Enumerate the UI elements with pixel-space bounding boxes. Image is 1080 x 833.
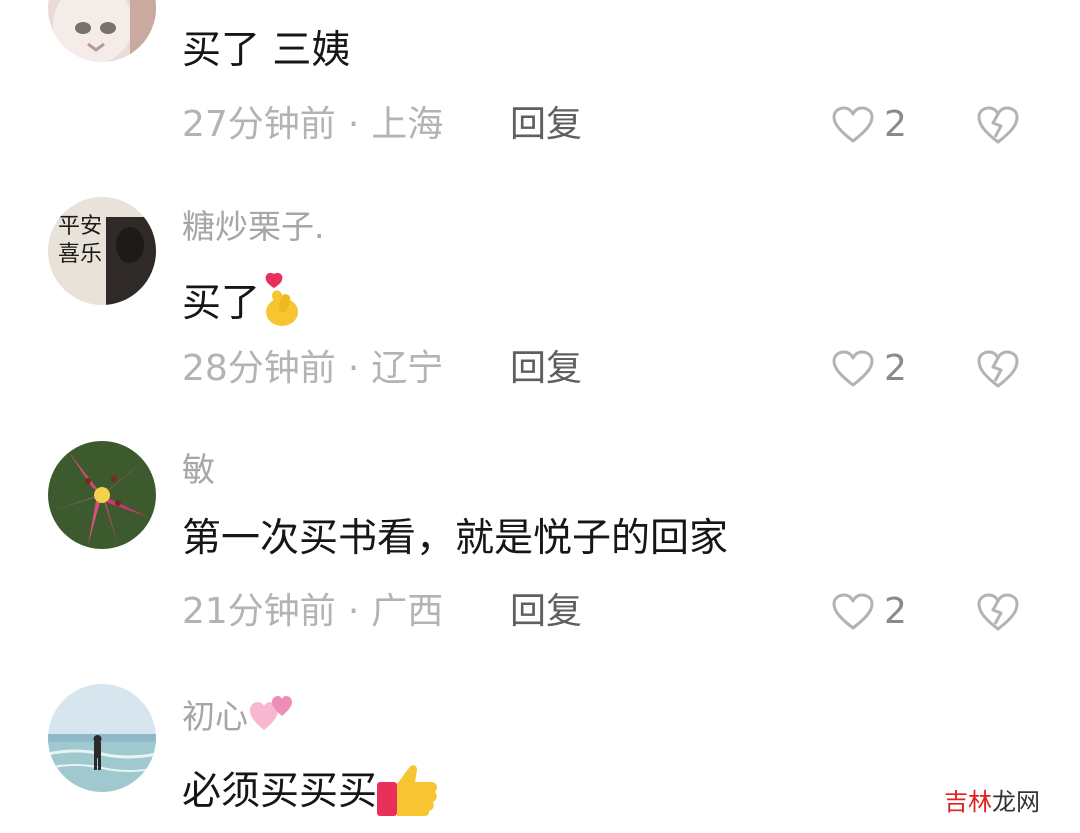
meta-separator: · [347,348,360,389]
comment-text-content: 买了 [182,281,261,326]
dislike-button[interactable] [976,347,1020,391]
like-count: 2 [884,591,907,632]
comment-location: 广西 [371,591,444,632]
watermark-text-red: 吉林 [944,787,992,816]
dislike-button[interactable] [976,590,1020,634]
comment-meta: 28分钟前 · 辽宁 [182,347,443,391]
meta-separator: · [347,104,360,145]
beach-avatar-image [48,684,156,792]
username-text: 初心 [182,697,248,736]
avatar[interactable] [48,684,156,792]
like-button[interactable]: 2 [832,103,907,147]
broken-heart-icon [977,106,1019,144]
comment-text-content: 必须买买买 [182,769,378,814]
calligraphy-avatar-image: 平安 喜乐 [48,197,156,305]
reply-button[interactable]: 回复 [510,590,582,634]
heart-outline-icon [832,350,874,387]
comment-location: 上海 [371,104,444,145]
comment-time: 27分钟前 [182,104,336,145]
comment-location: 辽宁 [371,348,444,389]
comment-meta: 27分钟前 · 上海 [182,103,443,147]
broken-heart-icon [977,593,1019,631]
broken-heart-icon [977,350,1019,388]
heart-outline-icon [832,106,874,143]
comment-meta: 21分钟前 · 广西 [182,590,443,634]
avatar-calligraphy-line2: 喜乐 [58,242,102,267]
avatar[interactable] [48,441,156,549]
heart-outline-icon [832,593,874,630]
finger-heart-emoji [260,272,304,339]
avatar-calligraphy-line1: 平安 [58,214,102,239]
reply-button[interactable]: 回复 [510,347,582,391]
cat-avatar-image [48,0,156,62]
username[interactable]: 敏 [182,450,215,490]
avatar[interactable] [48,0,156,62]
username[interactable]: 糖炒栗子. [182,207,325,247]
comment-text: 买了 三姨 [182,28,351,73]
comment-time: 21分钟前 [182,591,336,632]
watermark-text-dark: 龙网 [992,787,1040,816]
watermark: 吉林 龙网 [936,778,1048,820]
thumbs-up-emoji [377,760,439,827]
comment-time: 28分钟前 [182,348,336,389]
comment-text: 第一次买书看，就是悦子的回家 [182,516,729,561]
meta-separator: · [347,591,360,632]
like-count: 2 [884,104,907,145]
like-count: 2 [884,348,907,389]
username[interactable]: 初心 [182,694,294,743]
lily-flower-avatar-image [48,441,156,549]
like-button[interactable]: 2 [832,590,907,634]
comment-text: 必须买买买 [182,760,439,827]
two-hearts-emoji [248,694,294,743]
avatar[interactable]: 平安 喜乐 [48,197,156,305]
reply-button[interactable]: 回复 [510,103,582,147]
comment-text: 买了 [182,272,304,339]
dislike-button[interactable] [976,103,1020,147]
like-button[interactable]: 2 [832,347,907,391]
